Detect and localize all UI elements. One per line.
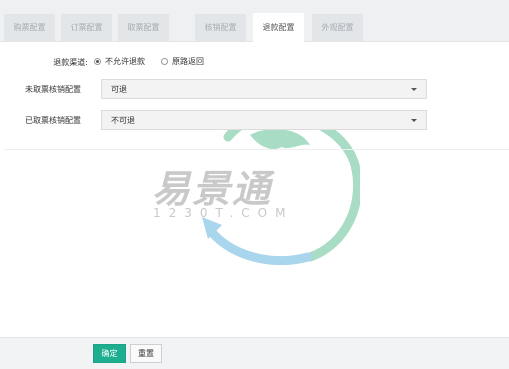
claimed-ticket-select[interactable]: 不可退 [101,110,427,130]
reset-button[interactable]: 重置 [130,344,162,363]
confirm-button[interactable]: 确定 [93,344,126,363]
claimed-ticket-label: 已取票核销配置 [25,116,81,125]
tab-booking-config[interactable]: 订票配置 [61,14,112,41]
radio-no-refund-label: 不允许退款 [105,57,145,66]
unclaimed-ticket-value: 可退 [111,84,127,94]
unclaimed-ticket-select[interactable]: 可退 [101,79,427,99]
chevron-down-icon [411,88,417,91]
unclaimed-ticket-label: 未取票核销配置 [25,85,81,94]
radio-unchecked-icon [161,58,168,65]
radio-checked-icon [94,58,101,65]
tab-appearance-config[interactable]: 外观配置 [312,14,363,41]
tab-bar: 购票配置 订票配置 取票配置 核销配置 退款配置 外观配置 [0,0,509,42]
radio-no-refund[interactable]: 不允许退款 [94,56,145,67]
section-divider [4,149,509,150]
chevron-down-icon [411,119,417,122]
tab-purchase-config[interactable]: 购票配置 [4,14,55,41]
tab-pickup-config[interactable]: 取票配置 [118,14,169,41]
watermark-brand-text: 易景通 [152,167,273,211]
tab-refund-config[interactable]: 退款配置 [253,13,304,42]
radio-original-return[interactable]: 原路返回 [161,56,204,67]
tab-verify-config[interactable]: 核销配置 [195,14,246,41]
watermark-domain-text: 1230T.COM [153,206,294,220]
radio-original-return-label: 原路返回 [172,57,204,66]
footer-bar [0,337,509,369]
claimed-ticket-value: 不可退 [111,115,135,125]
refund-channel-label: 退款渠道: [53,58,88,67]
